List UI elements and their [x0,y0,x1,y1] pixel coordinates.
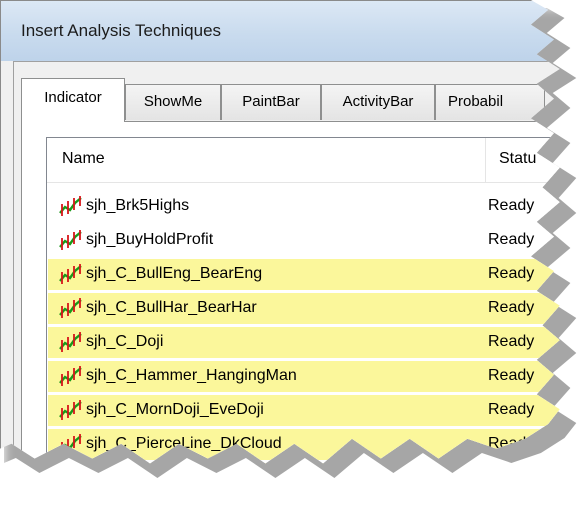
tab-showme[interactable]: ShowMe [125,84,221,120]
list-item-status: Ready [488,231,535,248]
title-bar[interactable]: Insert Analysis Techniques [1,1,560,61]
indicator-chart-icon [58,467,84,489]
list-item-name: sjh_C_BullHar_BearHar [86,299,257,316]
list-item-name: sjh_C_BullEng_BearEng [86,265,263,282]
indicator-chart-icon [58,229,84,251]
list-item[interactable]: sjh_C_ShootingStar Read [48,463,560,489]
dialog-title: Insert Analysis Techniques [21,21,222,40]
list-item-status: Ready [488,367,535,384]
indicator-chart-icon [58,195,84,217]
list-column-header: Name Statu [47,138,560,183]
list-item-name: sjh_C_MornDoji_EveDoji [86,401,264,418]
tab-indicator[interactable]: Indicator [21,78,125,122]
column-header-status[interactable]: Statu [499,150,536,168]
tab-probability[interactable]: Probabil [435,84,545,120]
list-item-status: Read [488,469,527,486]
indicator-chart-icon [58,365,84,387]
tab-activitybar[interactable]: ActivityBar [321,84,435,120]
indicator-chart-icon [58,263,84,285]
list-item-name: sjh_C_Hammer_HangingMan [86,367,297,384]
list-item-status: Ready [488,401,535,418]
tab-paintbar[interactable]: PaintBar [221,84,321,120]
list-item-status: Ready [488,197,535,214]
list-item[interactable]: sjh_Brk5Highs Ready [48,191,560,222]
column-divider[interactable] [485,138,486,182]
indicator-chart-icon [58,297,84,319]
column-header-name[interactable]: Name [62,150,105,168]
list-item[interactable]: sjh_C_Doji Ready [48,327,560,358]
list-item-status: Ready [488,265,535,282]
list-item-name: sjh_Brk5Highs [86,197,190,214]
indicator-chart-icon [58,331,84,353]
list-item[interactable]: sjh_C_BullEng_BearEng Ready [48,259,560,290]
list-item-status: Ready [488,333,535,350]
indicator-chart-icon [58,399,84,421]
insert-analysis-dialog: Insert Analysis Techniques Indicator Sho… [0,0,560,489]
list-item[interactable]: sjh_C_BullHar_BearHar Ready [48,293,560,324]
list-item[interactable]: sjh_C_Hammer_HangingMan Ready [48,361,560,392]
list-item-status: Ready [488,299,535,316]
list-item[interactable]: sjh_C_MornDoji_EveDoji Ready [48,395,560,426]
list-item[interactable]: sjh_BuyHoldProfit Ready [48,225,560,256]
list-item-name: sjh_BuyHoldProfit [86,231,214,248]
list-item-name: sjh_C_Doji [86,333,164,350]
